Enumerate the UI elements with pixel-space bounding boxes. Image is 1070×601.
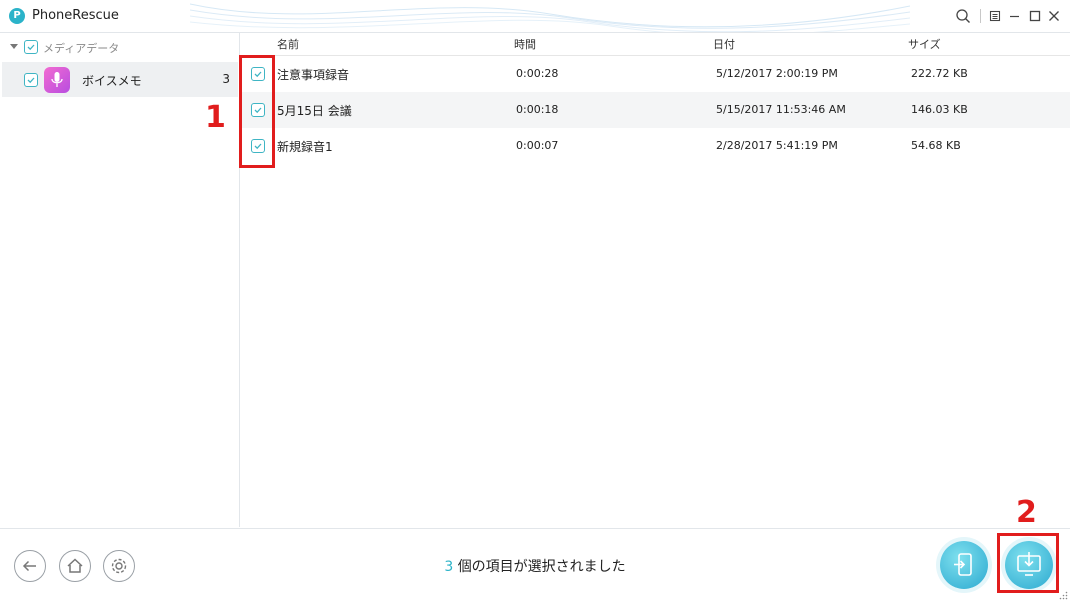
row-duration: 0:00:07 (516, 139, 559, 152)
sidebar-item-label: ボイスメモ (82, 74, 142, 88)
annotation-label-1: 1 (205, 100, 226, 135)
table-header: 名前 時間 日付 サイズ (240, 33, 1070, 56)
voice-memo-checkbox[interactable] (24, 73, 38, 87)
maximize-icon (1029, 10, 1041, 22)
to-device-icon (954, 553, 972, 576)
footer-bar: 3 個の項目が選択されました (0, 528, 1070, 601)
title-bar: P PhoneRescue (0, 0, 1070, 33)
category-label: メディアデータ (43, 42, 120, 55)
file-list-panel: 名前 時間 日付 サイズ 注意事項録音 0:00:28 5/12/2017 2:… (240, 33, 1070, 527)
table-row[interactable]: 注意事項録音 0:00:28 5/12/2017 2:00:19 PM 222.… (240, 56, 1070, 92)
expand-triangle-icon[interactable] (10, 44, 18, 49)
column-header-date[interactable]: 日付 (713, 36, 735, 52)
selected-count: 3 (444, 559, 454, 575)
sidebar-item-count: 3 (222, 72, 230, 86)
column-header-name[interactable]: 名前 (277, 36, 299, 52)
minimize-icon (1010, 15, 1019, 18)
app-title: PhoneRescue (32, 8, 119, 23)
menu-button[interactable] (986, 7, 1004, 25)
table-row[interactable]: 新規録音1 0:00:07 2/28/2017 5:41:19 PM 54.68… (240, 128, 1070, 164)
checkmark-icon (27, 44, 35, 51)
row-date: 5/15/2017 11:53:46 AM (716, 103, 846, 116)
close-icon (1049, 11, 1059, 21)
selection-status: 3 個の項目が選択されました (0, 556, 1070, 576)
annotation-box-1 (239, 55, 275, 168)
title-divider (980, 9, 981, 23)
resize-grip-icon[interactable] (1059, 591, 1068, 600)
row-size: 222.72 KB (911, 67, 968, 80)
minimize-button[interactable] (1006, 7, 1024, 25)
row-size: 54.68 KB (911, 139, 961, 152)
transfer-to-device-button[interactable] (940, 541, 988, 589)
category-sidebar: メディアデータ ボイスメモ 3 (0, 33, 240, 527)
row-name: 新規録音1 (277, 140, 333, 154)
checkmark-icon (27, 77, 35, 84)
column-header-duration[interactable]: 時間 (514, 36, 536, 52)
row-duration: 0:00:18 (516, 103, 559, 116)
close-button[interactable] (1045, 7, 1063, 25)
table-row[interactable]: 5月15日 会議 0:00:18 5/15/2017 11:53:46 AM 1… (240, 92, 1070, 128)
category-row-media-data[interactable]: メディアデータ (0, 33, 239, 60)
row-name: 注意事項録音 (277, 68, 350, 82)
app-logo: P (9, 8, 25, 24)
search-icon (956, 9, 970, 23)
row-date: 5/12/2017 2:00:19 PM (716, 67, 838, 80)
row-duration: 0:00:28 (516, 67, 559, 80)
menu-icon (989, 10, 1001, 22)
row-name: 5月15日 会議 (277, 104, 352, 118)
annotation-box-2 (997, 533, 1059, 593)
selected-status-text: 個の項目が選択されました (457, 559, 626, 575)
search-button[interactable] (954, 7, 972, 25)
category-checkbox[interactable] (24, 40, 38, 54)
sidebar-item-voice-memo[interactable]: ボイスメモ 3 (2, 62, 238, 97)
column-header-size[interactable]: サイズ (908, 36, 941, 52)
microphone-icon (44, 67, 70, 93)
decorative-wave (190, 3, 910, 32)
row-date: 2/28/2017 5:41:19 PM (716, 139, 838, 152)
annotation-label-2: 2 (1016, 495, 1037, 530)
row-size: 146.03 KB (911, 103, 968, 116)
maximize-button[interactable] (1026, 7, 1044, 25)
